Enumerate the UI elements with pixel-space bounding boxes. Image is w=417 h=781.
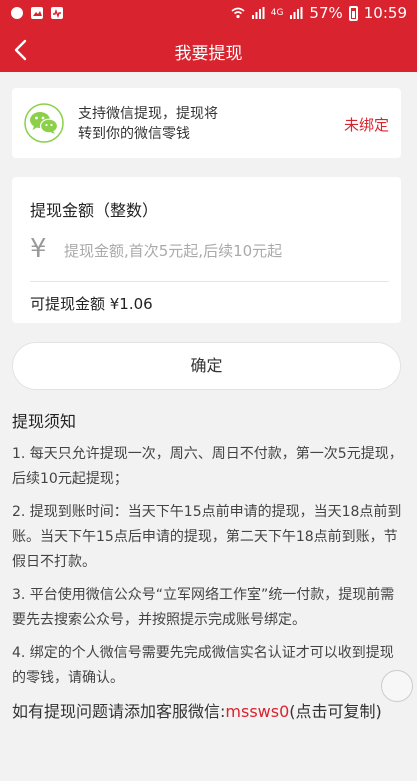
signal-icon-secondary <box>290 7 303 19</box>
contact-suffix: (点击可复制) <box>289 702 382 721</box>
wechat-bind-card[interactable]: 支持微信提现，提现将 转到你的微信零钱 未绑定 <box>12 88 401 158</box>
clock: 10:59 <box>363 4 407 22</box>
wifi-icon <box>231 7 245 19</box>
contact-prefix: 如有提现问题请添加客服微信: <box>12 702 226 721</box>
wechat-description-line-1: 支持微信提现，提现将 <box>78 106 218 122</box>
notes-title: 提现须知 <box>12 412 77 431</box>
battery-icon <box>348 5 358 21</box>
app-header: 我要提现 <box>0 28 417 72</box>
network-type-label: 4G <box>270 8 284 18</box>
floating-circle <box>381 670 413 702</box>
wechat-description: 支持微信提现，提现将 转到你的微信零钱 <box>78 104 248 144</box>
battery-percent: 57% <box>309 4 343 22</box>
activity-notification-icon <box>51 7 63 19</box>
withdraw-amount-card: 提现金额（整数） ¥ 可提现金额 ¥1.06 <box>12 177 401 323</box>
yen-icon: ¥ <box>30 234 47 264</box>
wechat-icon <box>24 103 64 143</box>
customer-service-contact[interactable]: 如有提现问题请添加客服微信:mssws0(点击可复制) <box>12 699 404 724</box>
system-status: 4G 57% 10:59 <box>231 4 407 22</box>
note-item: 4. 绑定的个人微信号需要先完成微信实名认证才可以收到提现的零钱，请确认。 <box>12 645 394 686</box>
divider <box>30 281 389 282</box>
note-item: 1. 每天只允许提现一次，周六、周日不付款，第一次5元提现，后续10元起提现； <box>12 446 403 487</box>
withdraw-notes: 提现须知 1. 每天只允许提现一次，周六、周日不付款，第一次5元提现，后续10元… <box>12 408 404 724</box>
notification-icons <box>10 6 64 20</box>
wechat-description-line-2: 转到你的微信零钱 <box>78 126 190 142</box>
image-notification-icon <box>31 7 43 19</box>
page-title: 我要提现 <box>174 44 243 64</box>
available-amount: 可提现金额 ¥1.06 <box>30 295 153 313</box>
note-item: 2. 提现到账时间：当天下午15点前申请的提现，当天18点前到账。当天下午15点… <box>12 504 402 570</box>
amount-title: 提现金额（整数） <box>30 201 159 220</box>
confirm-button[interactable]: 确定 <box>12 342 401 390</box>
signal-icon <box>251 7 265 19</box>
note-item: 3. 平台使用微信公众号“立军网络工作室”统一付款，提现前需要先去搜索公众号，并… <box>12 587 395 628</box>
bind-status[interactable]: 未绑定 <box>344 114 389 135</box>
notification-dot-icon <box>11 7 23 19</box>
status-bar: 4G 57% 10:59 <box>0 0 417 28</box>
contact-wechat-id[interactable]: mssws0 <box>225 702 289 721</box>
amount-input[interactable] <box>62 237 386 265</box>
